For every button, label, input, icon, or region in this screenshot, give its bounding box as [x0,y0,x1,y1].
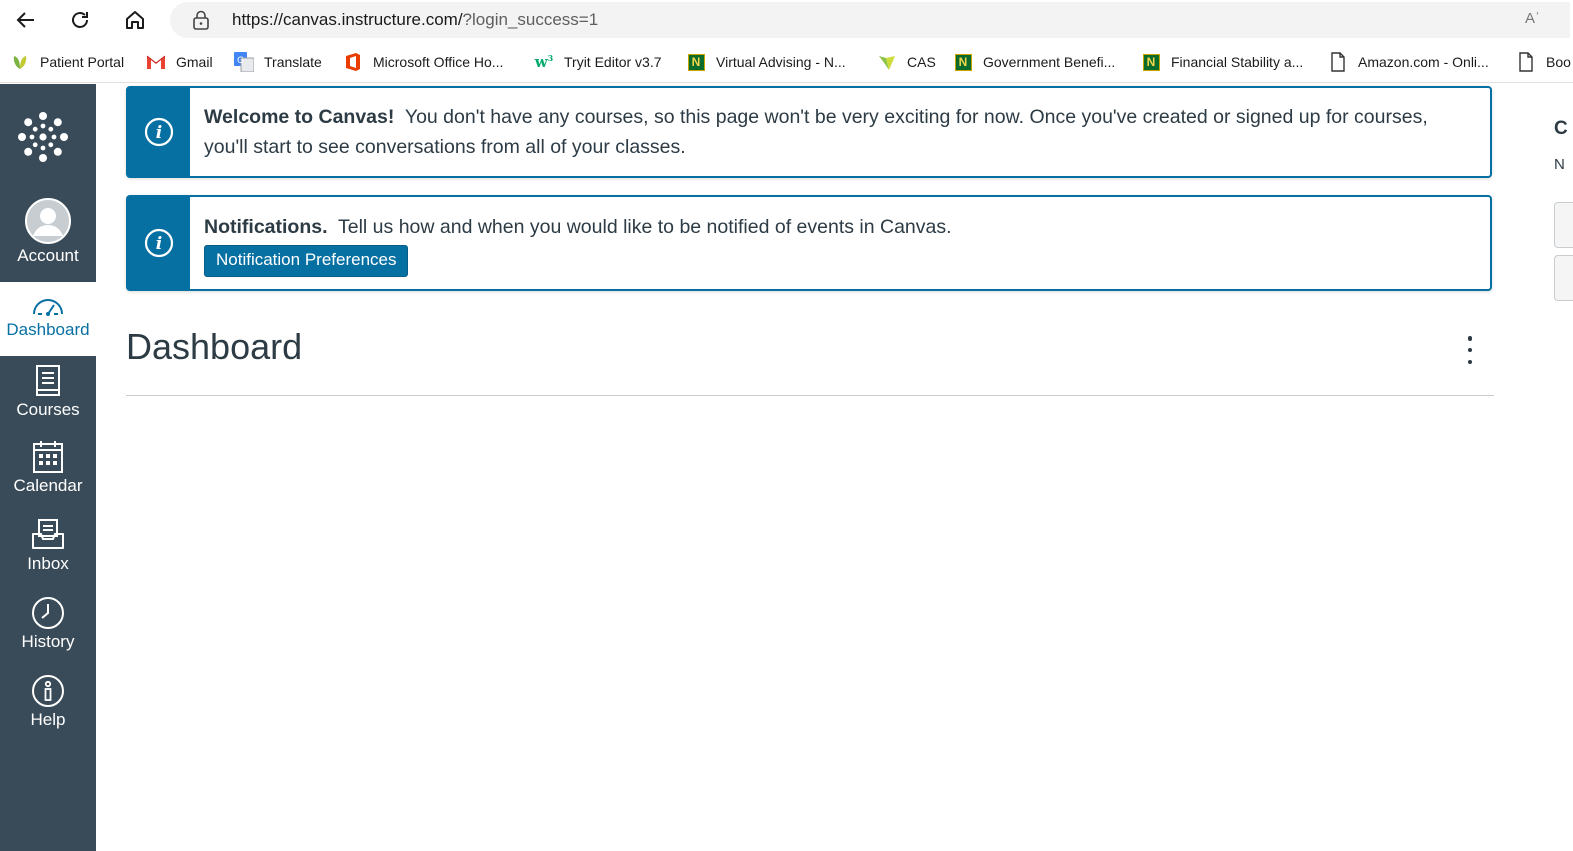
nav-courses[interactable]: Courses [0,364,96,434]
right-sidebar-button[interactable] [1554,202,1573,248]
bookmark-cas[interactable]: CAS [877,51,936,73]
nav-dashboard-label: Dashboard [6,320,90,339]
nav-calendar-label: Calendar [13,476,83,495]
nav-help[interactable]: Help [0,674,96,744]
nav-inbox-label: Inbox [27,554,69,573]
url-host: https://canvas.instructure.com/ [232,10,463,29]
calendar-icon [32,440,64,474]
header-divider [126,395,1494,396]
page-icon [1328,52,1348,72]
bookmark-financial-stability[interactable]: N Financial Stability a... [1141,51,1303,73]
bookmark-gmail[interactable]: Gmail [146,51,213,73]
welcome-alert-title: Welcome to Canvas! [204,106,395,128]
notifications-alert-text: Notifications. Tell us how and when you … [204,212,1474,277]
bookmark-label: Patient Portal [40,54,125,70]
leaf-icon [10,52,30,72]
notification-preferences-button[interactable]: Notification Preferences [204,245,409,277]
back-icon[interactable] [10,4,42,36]
bookmark-virtual-advising[interactable]: N Virtual Advising - N... [686,51,846,73]
nav-account[interactable]: Account [0,198,96,274]
bookmark-label: Virtual Advising - N... [716,54,846,70]
lock-icon[interactable] [192,10,210,35]
n-logo-icon: N [953,52,973,72]
courses-icon [34,364,62,398]
n-logo-icon: N [686,52,706,72]
canvas-logo-icon[interactable] [14,108,72,166]
bookmark-label: Gmail [176,54,213,70]
right-sidebar-button[interactable] [1554,255,1573,301]
cas-icon [877,52,897,72]
bookmark-label: Microsoft Office Ho... [373,54,504,70]
bookmark-translate[interactable]: G Translate [234,51,322,73]
bookmark-microsoft-office[interactable]: Microsoft Office Ho... [343,51,503,73]
address-bar[interactable]: https://canvas.instructure.com/?login_su… [170,2,1570,38]
svg-text:G: G [237,56,244,66]
welcome-alert: i Welcome to Canvas! You don't have any … [126,86,1492,178]
office-icon [343,52,363,72]
bookmark-label: Government Benefi... [983,54,1116,70]
help-icon [31,674,65,708]
dashboard-icon [31,292,65,318]
w3schools-icon: w3 [534,53,554,71]
nav-calendar[interactable]: Calendar [0,440,96,510]
inbox-icon [31,518,65,552]
welcome-alert-text: Welcome to Canvas! You don't have any co… [204,102,1474,162]
dashboard-options-icon[interactable] [1458,336,1482,364]
bookmark-amazon[interactable]: Amazon.com - Onli... [1328,51,1489,73]
browser-toolbar: https://canvas.instructure.com/?login_su… [0,0,1573,40]
bookmark-label: Translate [264,54,322,70]
nav-help-label: Help [30,710,66,729]
nav-courses-label: Courses [16,400,80,419]
nav-inbox[interactable]: Inbox [0,518,96,588]
bookmark-patient-portal[interactable]: Patient Portal [10,51,124,73]
svg-text:i: i [156,234,162,254]
nav-history[interactable]: History [0,596,96,666]
nav-account-label: Account [17,246,79,265]
bookmark-overflow[interactable]: Boo [1516,51,1571,73]
notifications-alert: i Notifications. Tell us how and when yo… [126,195,1492,291]
avatar-icon [25,198,71,244]
translate-icon: G [234,52,254,72]
page-icon [1516,52,1536,72]
nav-dashboard[interactable]: Dashboard [0,282,96,356]
global-navigation: Account Dashboard Courses Calendar Inbox… [0,84,96,851]
nav-history-label: History [21,632,75,651]
url-text[interactable]: https://canvas.instructure.com/?login_su… [232,10,598,30]
page-title: Dashboard [126,326,303,367]
bookmark-government-benefits[interactable]: N Government Benefi... [953,51,1115,73]
notifications-alert-title: Notifications. [204,216,328,238]
bookmark-label: Boo [1546,54,1571,70]
url-query: ?login_success=1 [462,10,599,29]
svg-text:i: i [156,123,162,143]
n-logo-icon: N [1141,52,1161,72]
bookmark-label: Tryit Editor v3.7 [564,54,662,70]
bookmark-label: Amazon.com - Onli... [1358,54,1489,70]
gmail-icon [146,52,166,72]
info-icon: i [128,88,190,176]
right-sidebar-text: N [1554,156,1565,173]
bookmark-tryit-editor[interactable]: w3 Tryit Editor v3.7 [534,51,662,73]
home-icon[interactable] [119,4,151,36]
bookmarks-bar: Patient Portal Gmail G Translate Microso… [0,42,1573,83]
bookmark-label: CAS [907,54,936,70]
right-sidebar-heading: C [1554,118,1568,139]
notifications-alert-body: Tell us how and when you would like to b… [338,216,952,238]
read-aloud-icon[interactable]: Aʾ [1525,10,1540,27]
info-icon: i [128,197,190,289]
refresh-icon[interactable] [64,4,96,36]
clock-icon [31,596,65,630]
bookmark-label: Financial Stability a... [1171,54,1304,70]
